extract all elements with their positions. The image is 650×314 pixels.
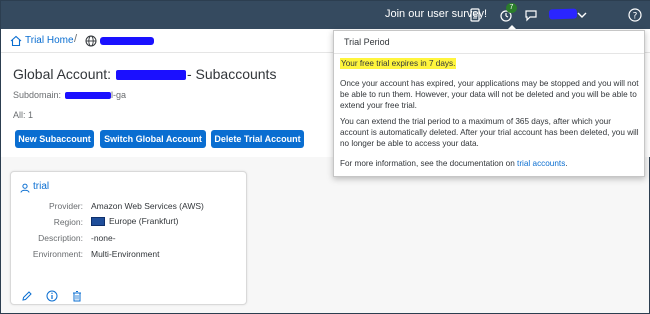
provider-label: Provider: bbox=[48, 201, 83, 211]
help-icon[interactable]: ? bbox=[627, 7, 643, 23]
subdomain-redacted bbox=[65, 92, 112, 100]
user-name-redacted[interactable] bbox=[548, 8, 578, 20]
provider-value: Amazon Web Services (AWS) bbox=[91, 201, 204, 211]
title-prefix: Global Account: bbox=[13, 66, 115, 82]
description-label: Description: bbox=[38, 233, 83, 243]
edit-icon[interactable] bbox=[21, 290, 33, 302]
chat-icon[interactable] bbox=[523, 7, 539, 23]
globe-icon bbox=[85, 35, 97, 47]
title-suffix: - Subaccounts bbox=[186, 66, 277, 82]
delete-icon[interactable] bbox=[71, 290, 83, 302]
info-icon[interactable] bbox=[46, 290, 58, 302]
extension-paragraph: You can extend the trial period to a max… bbox=[340, 117, 639, 148]
breadcrumb-separator: / bbox=[74, 33, 78, 45]
user-icon bbox=[20, 183, 30, 193]
subdomain: Subdomain: l-ga bbox=[13, 90, 126, 100]
breadcrumb-account-redacted[interactable] bbox=[100, 37, 154, 45]
shell-bar: Join our user survey! 7 ? bbox=[1, 1, 650, 29]
description-value: -none- bbox=[91, 233, 116, 243]
page-title: Global Account: - Subaccounts bbox=[13, 66, 276, 82]
trial-expiry-highlight: Your free trial expires in 7 days. bbox=[340, 58, 457, 69]
delete-trial-account-button[interactable]: Delete Trial Account bbox=[211, 130, 304, 148]
popover-title: Trial Period bbox=[344, 37, 390, 47]
region-label: Region: bbox=[53, 217, 83, 227]
new-subaccount-button[interactable]: New Subaccount bbox=[15, 130, 94, 148]
expiry-paragraph: Once your account has expired, your appl… bbox=[340, 79, 639, 110]
popover-divider bbox=[334, 53, 644, 54]
notification-badge: 7 bbox=[506, 3, 517, 13]
environment-label: Environment: bbox=[32, 249, 83, 259]
region-value: Europe (Frankfurt) bbox=[91, 216, 179, 227]
environment-value: Multi-Environment bbox=[91, 249, 160, 259]
switch-global-account-button[interactable]: Switch Global Account bbox=[100, 130, 206, 148]
home-icon bbox=[10, 35, 22, 47]
breadcrumb-home-link[interactable]: Trial Home bbox=[25, 35, 74, 46]
account-name-redacted bbox=[115, 70, 186, 81]
region-text: Europe (Frankfurt) bbox=[109, 216, 179, 226]
subdomain-suffix: l-ga bbox=[111, 90, 127, 100]
eu-flag-icon bbox=[91, 217, 105, 227]
trial-accounts-link[interactable]: trial accounts bbox=[517, 159, 565, 168]
subaccount-tile[interactable]: trial Provider: Amazon Web Services (AWS… bbox=[10, 171, 247, 305]
subaccount-name-link[interactable]: trial bbox=[33, 181, 49, 192]
svg-text:?: ? bbox=[633, 12, 638, 22]
more-info-paragraph: For more information, see the documentat… bbox=[340, 158, 640, 169]
subaccount-count: All: 1 bbox=[13, 110, 34, 120]
more-info-prefix: For more information, see the documentat… bbox=[340, 159, 518, 168]
feedback-form-icon[interactable] bbox=[467, 7, 483, 23]
subdomain-label: Subdomain: bbox=[13, 90, 62, 100]
chevron-down-icon[interactable] bbox=[574, 7, 590, 23]
trial-period-popover: Trial Period Your free trial expires in … bbox=[333, 30, 645, 177]
trial-expiry-notice: Your free trial expires in 7 days. bbox=[340, 58, 640, 69]
more-info-suffix: . bbox=[565, 159, 568, 168]
